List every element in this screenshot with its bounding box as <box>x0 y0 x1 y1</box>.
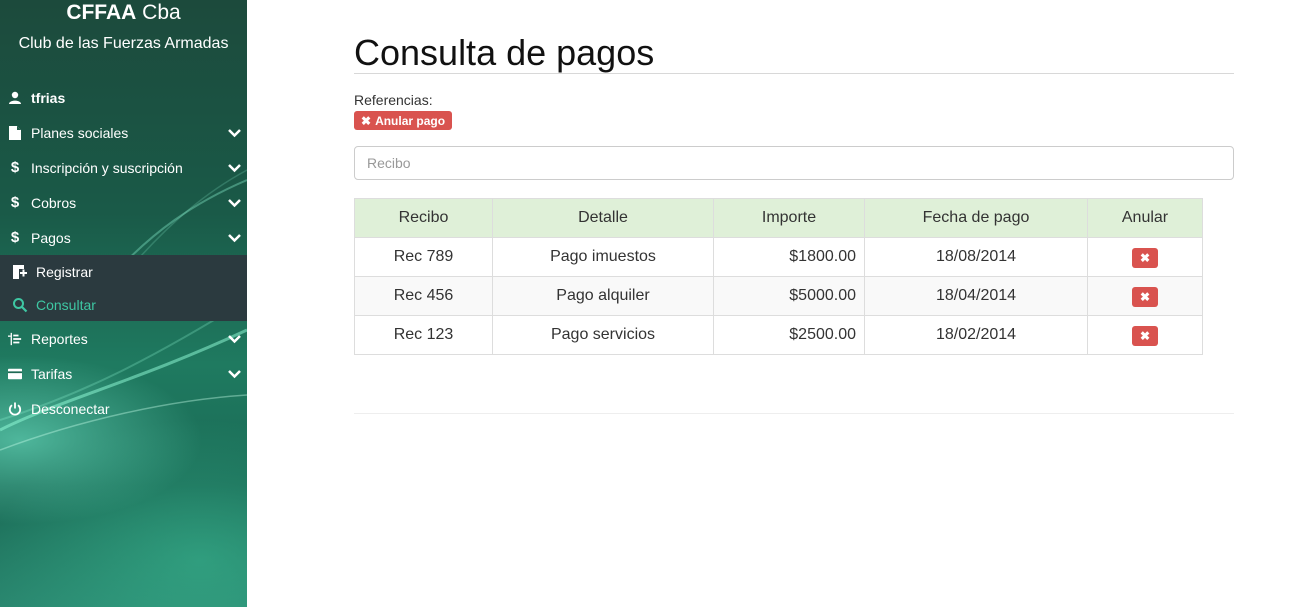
pagos-submenu: Registrar Consultar <box>0 255 247 321</box>
sidebar-item-reportes[interactable]: Reportes <box>0 321 247 356</box>
payments-table: Recibo Detalle Importe Fecha de pago Anu… <box>354 198 1203 355</box>
table-header-row: Recibo Detalle Importe Fecha de pago Anu… <box>354 198 1203 238</box>
chevron-down-icon <box>228 370 241 379</box>
chevron-down-icon <box>228 164 241 173</box>
cell-anular: ✖ <box>1087 315 1203 355</box>
chevron-down-icon <box>228 129 241 138</box>
sidebar-subitem-label: Registrar <box>36 263 93 280</box>
chevron-down-icon <box>228 199 241 208</box>
sidebar-item-inscripcion[interactable]: $ Inscripción y suscripción <box>0 150 247 185</box>
cell-importe: $5000.00 <box>713 276 865 316</box>
anular-button[interactable]: ✖ <box>1132 287 1158 307</box>
cell-fecha: 18/04/2014 <box>864 276 1088 316</box>
column-header[interactable]: Importe <box>713 198 865 238</box>
card-icon <box>8 367 22 381</box>
chevron-down-icon <box>228 335 241 344</box>
register-icon <box>12 264 28 280</box>
cell-recibo: Rec 789 <box>354 237 493 277</box>
column-header: Anular <box>1087 198 1203 238</box>
column-header[interactable]: Detalle <box>492 198 714 238</box>
cell-recibo: Rec 456 <box>354 276 493 316</box>
search-icon <box>12 297 28 313</box>
chevron-down-icon <box>228 234 241 243</box>
reference-badge-anular: ✖ Anular pago <box>354 111 453 130</box>
sidebar-item-planes-sociales[interactable]: Planes sociales <box>0 115 247 150</box>
reference-badge-label: Anular pago <box>375 113 446 128</box>
sidebar-nav: tfrias Planes sociales $ Inscripción y s… <box>0 80 247 426</box>
cell-detalle: Pago servicios <box>492 315 714 355</box>
cell-detalle: Pago imuestos <box>492 237 714 277</box>
sidebar-item-label: Reportes <box>31 330 88 347</box>
recibo-search-input[interactable] <box>354 146 1234 180</box>
table-row: Rec 789 Pago imuestos $1800.00 18/08/201… <box>354 237 1203 277</box>
sidebar-subitem-label: Consultar <box>36 296 96 313</box>
cell-fecha: 18/02/2014 <box>864 315 1088 355</box>
references-label: Referencias: <box>354 92 433 108</box>
cell-fecha: 18/08/2014 <box>864 237 1088 277</box>
power-icon <box>8 402 22 416</box>
sidebar-item-label: Tarifas <box>31 365 73 382</box>
dollar-icon: $ <box>10 194 20 211</box>
column-header[interactable]: Recibo <box>354 198 493 238</box>
brand-title: CFFAA Cba <box>0 1 247 25</box>
cell-importe: $1800.00 <box>713 237 865 277</box>
sidebar: CFFAA Cba Club de las Fuerzas Armadas tf… <box>0 0 247 607</box>
sidebar-item-label: Pagos <box>31 229 71 246</box>
close-icon: ✖ <box>361 113 372 128</box>
sidebar-item-label: Cobros <box>31 194 77 211</box>
user-menu[interactable]: tfrias <box>0 80 247 115</box>
cell-anular: ✖ <box>1087 237 1203 277</box>
cell-importe: $2500.00 <box>713 315 865 355</box>
table-row: Rec 456 Pago alquiler $5000.00 18/04/201… <box>354 276 1203 316</box>
sidebar-item-cobros[interactable]: $ Cobros <box>0 185 247 220</box>
sidebar-item-label: Desconectar <box>31 400 110 417</box>
anular-button[interactable]: ✖ <box>1132 326 1158 346</box>
user-icon <box>8 91 22 105</box>
sidebar-item-tarifas[interactable]: Tarifas <box>0 356 247 391</box>
user-name: tfrias <box>31 89 66 106</box>
dollar-icon: $ <box>10 159 20 176</box>
sidebar-subitem-registrar[interactable]: Registrar <box>0 255 247 288</box>
cell-anular: ✖ <box>1087 276 1203 316</box>
sidebar-item-label: Planes sociales <box>31 124 129 141</box>
brand-title-rest: Cba <box>142 1 181 24</box>
column-header[interactable]: Fecha de pago <box>864 198 1088 238</box>
brand-title-bold: CFFAA <box>66 1 137 24</box>
cell-recibo: Rec 123 <box>354 315 493 355</box>
brand: CFFAA Cba Club de las Fuerzas Armadas <box>0 0 247 54</box>
sidebar-subitem-consultar[interactable]: Consultar <box>0 288 247 321</box>
file-icon <box>8 125 22 140</box>
dollar-icon: $ <box>10 229 20 246</box>
cell-detalle: Pago alquiler <box>492 276 714 316</box>
list-icon <box>8 332 22 346</box>
anular-button[interactable]: ✖ <box>1132 248 1158 268</box>
sidebar-item-pagos[interactable]: $ Pagos <box>0 220 247 255</box>
brand-subtitle: Club de las Fuerzas Armadas <box>18 35 229 52</box>
title-divider <box>354 73 1234 74</box>
sidebar-item-label: Inscripción y suscripción <box>31 159 183 176</box>
sidebar-item-desconectar[interactable]: Desconectar <box>0 391 247 426</box>
bottom-divider <box>354 413 1234 414</box>
table-row: Rec 123 Pago servicios $2500.00 18/02/20… <box>354 315 1203 355</box>
page-title: Consulta de pagos <box>354 32 655 73</box>
